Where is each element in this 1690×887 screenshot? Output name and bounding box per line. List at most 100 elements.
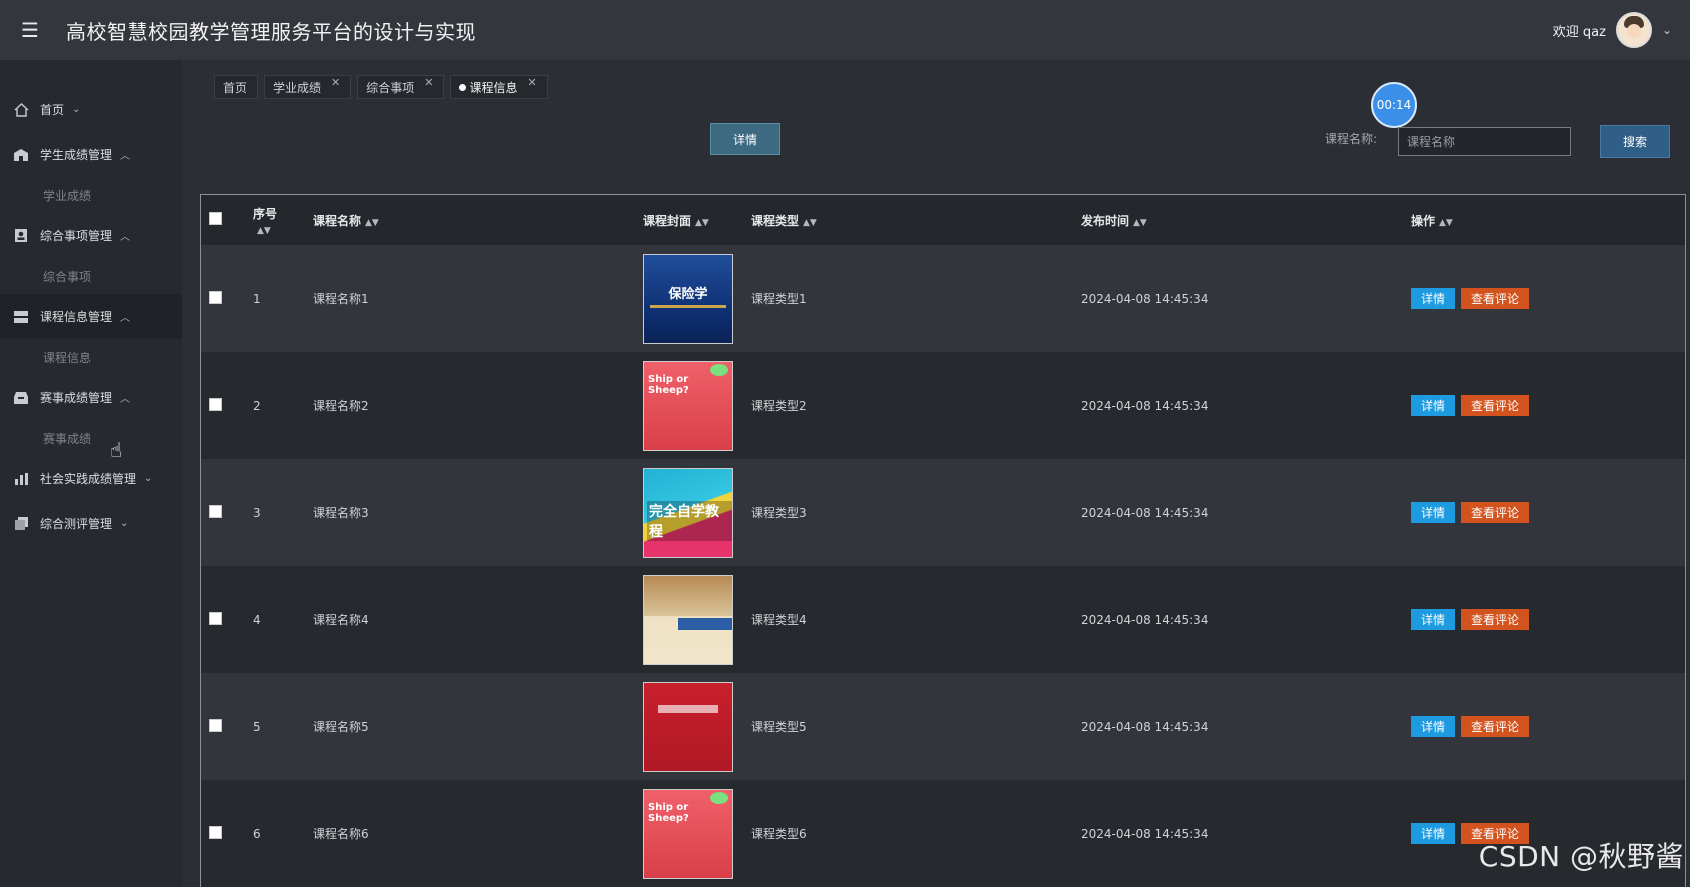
tab-course-info[interactable]: 课程信息 ✕ bbox=[450, 75, 548, 99]
cell-name: 课程名称1 bbox=[313, 292, 369, 306]
cell-name: 课程名称4 bbox=[313, 613, 369, 627]
sidebar-subitem-academic-grades[interactable]: 学业成绩 bbox=[0, 177, 182, 213]
cell-time: 2024-04-08 14:45:34 bbox=[1081, 612, 1209, 627]
sidebar-item-label: 综合事项管理 bbox=[40, 229, 113, 243]
column-header-index[interactable]: 序号 ▲▼ bbox=[253, 195, 313, 245]
sidebar-item-social-practice[interactable]: 社会实践成绩管理 ⌄ bbox=[0, 456, 182, 501]
sidebar-item-course-info[interactable]: 课程信息管理 ︿ bbox=[0, 294, 182, 339]
watermark: CSDN @秋野酱 bbox=[1478, 840, 1684, 873]
table-row: 2 课程名称2 Ship or Sheep? 课程类型2 2024-04-08 … bbox=[201, 352, 1685, 459]
tab-label: 综合事项 bbox=[366, 80, 415, 95]
row-detail-button[interactable]: 详情 bbox=[1411, 609, 1455, 630]
column-header-time[interactable]: 发布时间 ▲▼ bbox=[1081, 195, 1411, 245]
detail-button[interactable]: 详情 bbox=[710, 123, 780, 155]
row-checkbox[interactable] bbox=[209, 825, 222, 839]
tab-home[interactable]: 首页 bbox=[214, 75, 259, 99]
sidebar-item-student-grades[interactable]: 学生成绩管理 ︿ bbox=[0, 132, 182, 177]
building-icon bbox=[12, 147, 30, 163]
cell-time: 2024-04-08 14:45:34 bbox=[1081, 398, 1209, 413]
sidebar-item-label: 首页 bbox=[40, 103, 65, 117]
top-header: ☰ 高校智慧校园教学管理服务平台的设计与实现 欢迎 qaz ⌄ bbox=[0, 0, 1690, 60]
row-checkbox[interactable] bbox=[209, 718, 222, 732]
user-area[interactable]: 欢迎 qaz ⌄ bbox=[1553, 0, 1672, 60]
inbox-icon bbox=[12, 390, 30, 406]
sidebar: 首页 ⌄ 学生成绩管理 ︿ 学业成绩 综合事项管理 ︿ 综合事项 课程信息管理 … bbox=[0, 60, 182, 887]
course-cover-image bbox=[643, 681, 733, 772]
chevron-down-icon: ⌄ bbox=[144, 473, 153, 484]
sidebar-item-label: 课程信息管理 bbox=[40, 310, 113, 324]
sidebar-item-home[interactable]: 首页 ⌄ bbox=[0, 87, 182, 132]
row-checkbox[interactable] bbox=[209, 611, 222, 625]
select-all-checkbox[interactable] bbox=[209, 212, 222, 225]
sidebar-item-comprehensive-eval[interactable]: 综合测评管理 ⌄ bbox=[0, 501, 182, 546]
cell-time: 2024-04-08 14:45:34 bbox=[1081, 719, 1209, 734]
row-view-comments-button[interactable]: 查看评论 bbox=[1461, 609, 1529, 630]
avatar[interactable] bbox=[1615, 12, 1652, 48]
cell-type: 课程类型1 bbox=[751, 292, 807, 306]
sidebar-item-label: 综合测评管理 bbox=[40, 517, 113, 531]
bar-chart-icon bbox=[12, 471, 30, 487]
cell-index: 6 bbox=[253, 826, 261, 841]
sidebar-item-general-affairs[interactable]: 综合事项管理 ︿ bbox=[0, 213, 182, 258]
sidebar-subitem-course-info[interactable]: 课程信息 bbox=[0, 339, 182, 375]
search-button[interactable]: 搜索 bbox=[1600, 125, 1670, 158]
tab-label: 学业成绩 bbox=[273, 80, 322, 95]
chevron-up-icon: ︿ bbox=[120, 151, 131, 162]
chevron-up-icon: ︿ bbox=[120, 394, 131, 405]
timer-badge: 00:14 bbox=[1371, 82, 1417, 128]
column-header-type[interactable]: 课程类型 ▲▼ bbox=[751, 195, 1081, 245]
course-cover-image: Ship or Sheep? bbox=[643, 360, 733, 451]
row-view-comments-button[interactable]: 查看评论 bbox=[1461, 716, 1529, 737]
row-detail-button[interactable]: 详情 bbox=[1411, 502, 1455, 523]
cell-index: 1 bbox=[253, 291, 261, 306]
chevron-up-icon: ︿ bbox=[120, 232, 131, 243]
close-icon[interactable]: ✕ bbox=[528, 76, 537, 89]
row-detail-button[interactable]: 详情 bbox=[1411, 823, 1455, 844]
row-checkbox[interactable] bbox=[209, 504, 222, 518]
column-header-name[interactable]: 课程名称 ▲▼ bbox=[313, 195, 643, 245]
row-view-comments-button[interactable]: 查看评论 bbox=[1461, 395, 1529, 416]
main-content: 首页 学业成绩 ✕ 综合事项 ✕ 课程信息 ✕ 00:14 详情 课程名称: 搜… bbox=[182, 60, 1690, 887]
tab-academic-grades[interactable]: 学业成绩 ✕ bbox=[264, 75, 352, 99]
close-icon[interactable]: ✕ bbox=[424, 76, 433, 89]
tab-label: 首页 bbox=[223, 80, 248, 95]
cell-time: 2024-04-08 14:45:34 bbox=[1081, 826, 1209, 841]
row-view-comments-button[interactable]: 查看评论 bbox=[1461, 502, 1529, 523]
app-title: 高校智慧校园教学管理服务平台的设计与实现 bbox=[66, 19, 476, 44]
sidebar-item-competition-grades[interactable]: 赛事成绩管理 ︿ bbox=[0, 375, 182, 420]
tab-bar: 首页 学业成绩 ✕ 综合事项 ✕ 课程信息 ✕ bbox=[214, 75, 548, 99]
cell-type: 课程类型2 bbox=[751, 399, 807, 413]
row-detail-button[interactable]: 详情 bbox=[1411, 288, 1455, 309]
sidebar-subitem-competition-grades[interactable]: 赛事成绩 bbox=[0, 420, 182, 456]
sidebar-subitem-general-affairs[interactable]: 综合事项 bbox=[0, 258, 182, 294]
search-input[interactable] bbox=[1398, 127, 1571, 156]
row-checkbox[interactable] bbox=[209, 397, 222, 411]
tab-general-affairs[interactable]: 综合事项 ✕ bbox=[357, 75, 445, 99]
table-row: 3 课程名称3 完全自学教程 课程类型3 2024-04-08 14:45:34… bbox=[201, 459, 1685, 566]
row-detail-button[interactable]: 详情 bbox=[1411, 395, 1455, 416]
sort-icon[interactable]: ▲▼ bbox=[1439, 218, 1453, 228]
chevron-down-icon[interactable]: ⌄ bbox=[1662, 23, 1672, 37]
column-header-cover[interactable]: 课程封面 ▲▼ bbox=[643, 195, 751, 245]
table-header-row: 序号 ▲▼ 课程名称 ▲▼ 课程封面 ▲▼ 课程类型 ▲▼ 发布时间 ▲▼ 操作 ▲▼ bbox=[201, 195, 1685, 245]
sort-icon[interactable]: ▲▼ bbox=[365, 218, 379, 228]
sort-icon[interactable]: ▲▼ bbox=[257, 226, 271, 236]
sort-icon[interactable]: ▲▼ bbox=[695, 218, 709, 228]
row-checkbox[interactable] bbox=[209, 290, 222, 304]
row-detail-button[interactable]: 详情 bbox=[1411, 716, 1455, 737]
cell-type: 课程类型5 bbox=[751, 720, 807, 734]
home-icon bbox=[12, 102, 30, 118]
cell-time: 2024-04-08 14:45:34 bbox=[1081, 505, 1209, 520]
sort-icon[interactable]: ▲▼ bbox=[803, 218, 817, 228]
sort-icon[interactable]: ▲▼ bbox=[1133, 218, 1147, 228]
tab-label: 课程信息 bbox=[469, 80, 518, 95]
cell-index: 2 bbox=[253, 398, 261, 413]
chevron-down-icon: ⌄ bbox=[120, 518, 129, 529]
menu-toggle-icon[interactable]: ☰ bbox=[0, 0, 60, 60]
id-card-icon bbox=[12, 228, 30, 244]
cell-index: 3 bbox=[253, 505, 261, 520]
sidebar-item-label: 社会实践成绩管理 bbox=[40, 472, 137, 486]
row-view-comments-button[interactable]: 查看评论 bbox=[1461, 288, 1529, 309]
close-icon[interactable]: ✕ bbox=[331, 76, 340, 89]
column-header-actions[interactable]: 操作 ▲▼ bbox=[1411, 195, 1685, 245]
